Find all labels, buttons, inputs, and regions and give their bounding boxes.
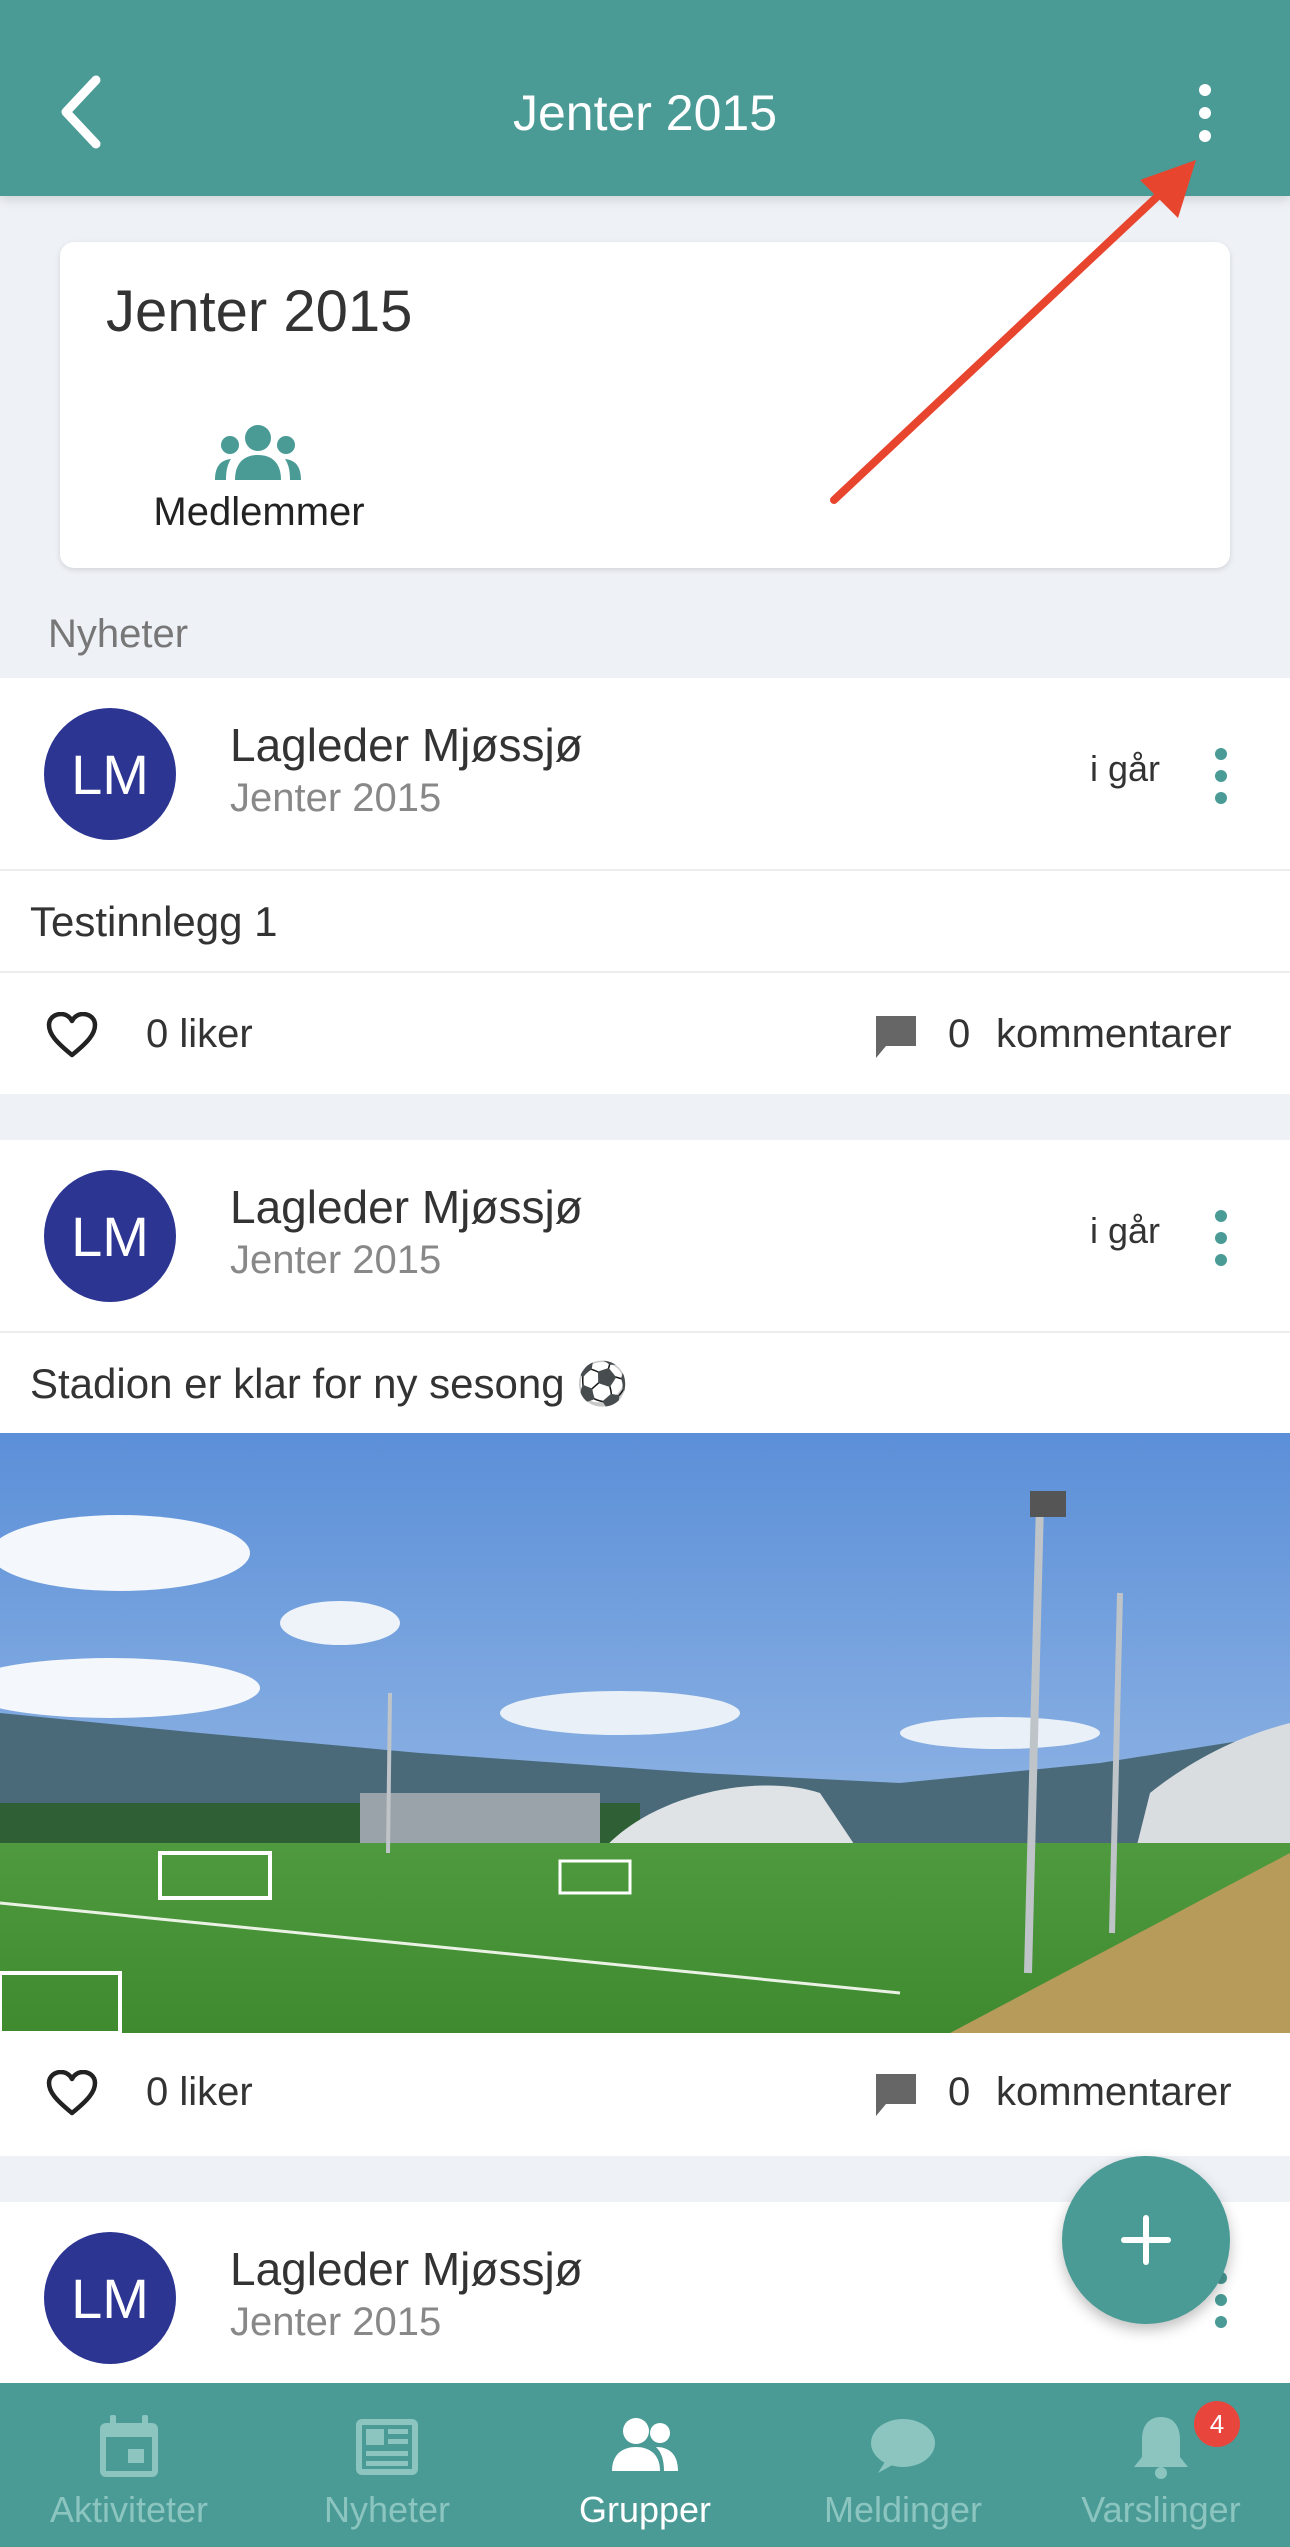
more-options-icon[interactable] — [1180, 78, 1230, 148]
divider — [0, 1331, 1290, 1333]
comments-count: 0 — [948, 2070, 971, 2114]
group-icon — [612, 2418, 678, 2471]
members-label: Medlemmer — [153, 490, 365, 534]
news-post: LM Lagleder Mjøssjø Jenter 2015 i går St… — [0, 1140, 1290, 2156]
bottom-navigation: Aktiviteter Nyheter Grupper Meldinger 4 … — [0, 2383, 1290, 2547]
group-info-card: Jenter 2015 Medlemmer — [60, 242, 1230, 568]
tab-meldinger[interactable]: Meldinger — [774, 2383, 1032, 2547]
post-text: Testinnlegg 1 — [30, 898, 278, 945]
tab-label: Nyheter — [323, 2489, 451, 2530]
tab-label: Grupper — [578, 2489, 712, 2530]
tab-grupper[interactable]: Grupper — [516, 2383, 774, 2547]
comment-icon[interactable] — [872, 1012, 920, 1060]
avatar[interactable]: LM — [44, 708, 176, 840]
post-time: i går — [1090, 748, 1161, 789]
people-icon — [215, 425, 301, 480]
heart-icon[interactable] — [46, 1012, 98, 1058]
likes-count: 0 liker — [146, 2070, 253, 2114]
chat-icon — [871, 2419, 935, 2473]
news-post: LM Lagleder Mjøssjø Jenter 2015 i går Te… — [0, 678, 1290, 1094]
notification-badge: 4 — [1194, 2401, 1240, 2447]
news-section-label: Nyheter — [48, 612, 189, 656]
post-author: Lagleder Mjøssjø — [230, 1181, 583, 1233]
bell-icon — [1134, 2417, 1188, 2479]
avatar[interactable]: LM — [44, 1170, 176, 1302]
tab-label: Aktiviteter — [49, 2489, 209, 2530]
post-group: Jenter 2015 — [230, 1238, 442, 1282]
page-title: Jenter 2015 — [512, 85, 778, 141]
tab-aktiviteter[interactable]: Aktiviteter — [0, 2383, 258, 2547]
calendar-icon — [100, 2415, 158, 2477]
tab-nyheter[interactable]: Nyheter — [258, 2383, 516, 2547]
post-group: Jenter 2015 — [230, 2300, 442, 2344]
newspaper-icon — [356, 2419, 418, 2475]
stadium-photo[interactable] — [0, 1433, 1290, 2033]
tab-varslinger[interactable]: 4 Varslinger — [1032, 2383, 1290, 2547]
comment-icon[interactable] — [872, 2070, 920, 2118]
plus-icon — [1121, 2215, 1171, 2265]
post-options-icon[interactable] — [1206, 1208, 1236, 1268]
post-group: Jenter 2015 — [230, 776, 442, 820]
divider — [0, 971, 1290, 973]
tab-label: Varslinger — [1081, 2489, 1241, 2530]
app-header: Jenter 2015 — [0, 0, 1290, 196]
avatar[interactable]: LM — [44, 2232, 176, 2364]
comments-label[interactable]: kommentarer — [996, 1012, 1232, 1057]
post-text: Stadion er klar for ny sesong ⚽ — [30, 1360, 629, 1407]
likes-count: 0 liker — [146, 1012, 253, 1056]
divider — [0, 869, 1290, 871]
post-author: Lagleder Mjøssjø — [230, 2243, 583, 2295]
add-post-button[interactable] — [1062, 2156, 1230, 2324]
tab-label: Meldinger — [823, 2489, 983, 2530]
post-author: Lagleder Mjøssjø — [230, 719, 583, 771]
group-name: Jenter 2015 — [106, 279, 413, 344]
comments-count: 0 — [948, 1012, 971, 1056]
comments-label[interactable]: kommentarer — [996, 2070, 1232, 2115]
post-options-icon[interactable] — [1206, 746, 1236, 806]
heart-icon[interactable] — [46, 2070, 98, 2116]
post-time: i går — [1090, 1210, 1161, 1251]
